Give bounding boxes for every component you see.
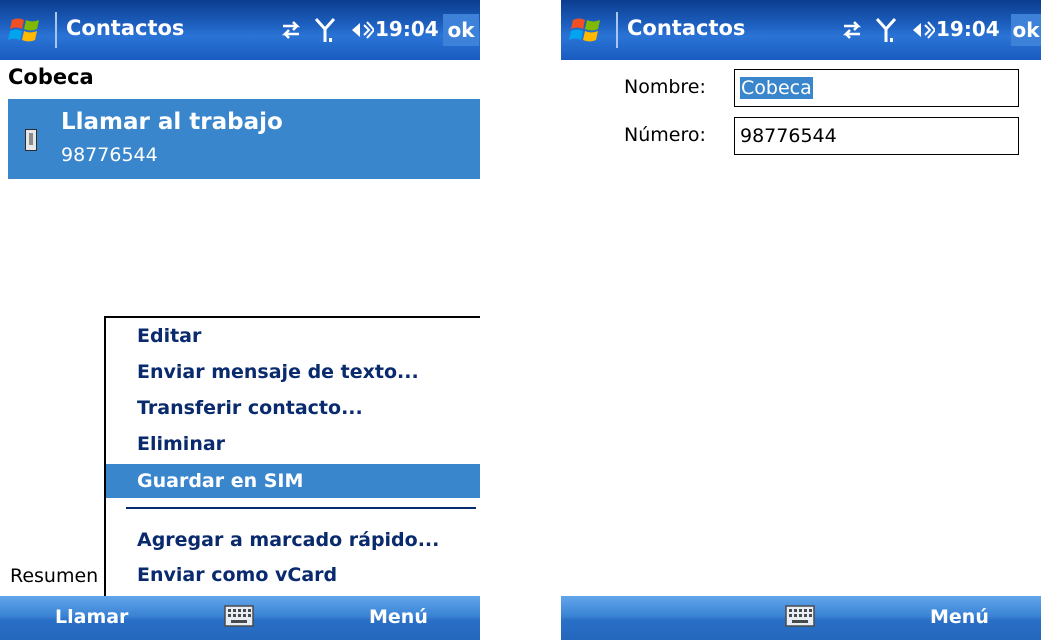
connectivity-arrows-icon[interactable] (840, 18, 864, 42)
clock[interactable]: 19:04 (375, 17, 439, 41)
contact-summary-screen: Contactos 19:04 ok Cobeca Llamar al trab… (0, 0, 480, 640)
call-work-row[interactable]: Llamar al trabajo 98776544 (8, 99, 480, 179)
softkey-menu[interactable]: Menú (369, 606, 428, 628)
call-work-label: Llamar al trabajo (61, 109, 283, 135)
title-separator (55, 12, 57, 48)
name-field[interactable]: Cobeca (734, 69, 1019, 107)
windows-flag-icon[interactable] (8, 14, 44, 46)
app-title: Contactos (627, 16, 746, 40)
phone-icon (25, 129, 37, 151)
menu-item-enviar-vcard[interactable]: Enviar como vCard (106, 558, 480, 592)
app-title: Contactos (66, 16, 185, 40)
menu-item-editar[interactable]: Editar (106, 319, 480, 353)
softkey-bar: Llamar Menú (0, 596, 480, 640)
menu-item-enviar-mensaje[interactable]: Enviar mensaje de texto... (106, 355, 480, 389)
number-field-value: 98776544 (740, 125, 837, 147)
number-field[interactable]: 98776544 (734, 117, 1019, 155)
softkey-menu[interactable]: Menú (930, 606, 989, 628)
speaker-volume-icon[interactable] (911, 18, 935, 42)
title-separator (616, 12, 618, 48)
context-menu: Editar Enviar mensaje de texto... Transf… (104, 316, 480, 596)
speaker-volume-icon[interactable] (350, 18, 374, 42)
ok-button[interactable]: ok (1011, 14, 1041, 46)
softkey-bar: Menú (561, 596, 1041, 640)
name-label: Nombre: (624, 76, 706, 98)
title-bar: Contactos 19:04 ok (0, 0, 480, 60)
title-bar: Contactos 19:04 ok (561, 0, 1041, 60)
ok-button[interactable]: ok (443, 14, 479, 46)
windows-flag-icon[interactable] (569, 14, 605, 46)
menu-separator (126, 507, 476, 509)
menu-item-eliminar[interactable]: Eliminar (106, 427, 480, 461)
signal-antenna-icon[interactable] (875, 16, 897, 44)
work-number: 98776544 (61, 144, 158, 166)
connectivity-arrows-icon[interactable] (279, 18, 303, 42)
edit-sim-contact-screen: Contactos 19:04 ok Nombre: Cobeca Número… (561, 0, 1041, 640)
menu-item-agregar-marcado-rapido[interactable]: Agregar a marcado rápido... (106, 523, 480, 557)
menu-item-guardar-en-sim[interactable]: Guardar en SIM (106, 464, 480, 498)
clock[interactable]: 19:04 (936, 17, 1000, 41)
name-field-value: Cobeca (740, 77, 813, 99)
tab-resumen[interactable]: Resumen (10, 565, 98, 587)
contact-name: Cobeca (8, 65, 94, 89)
menu-item-transferir-contacto[interactable]: Transferir contacto... (106, 391, 480, 425)
number-label: Número: (624, 124, 706, 146)
signal-antenna-icon[interactable] (314, 16, 336, 44)
softkey-llamar[interactable]: Llamar (55, 606, 128, 628)
keyboard-icon[interactable] (785, 605, 815, 627)
keyboard-icon[interactable] (224, 605, 254, 627)
